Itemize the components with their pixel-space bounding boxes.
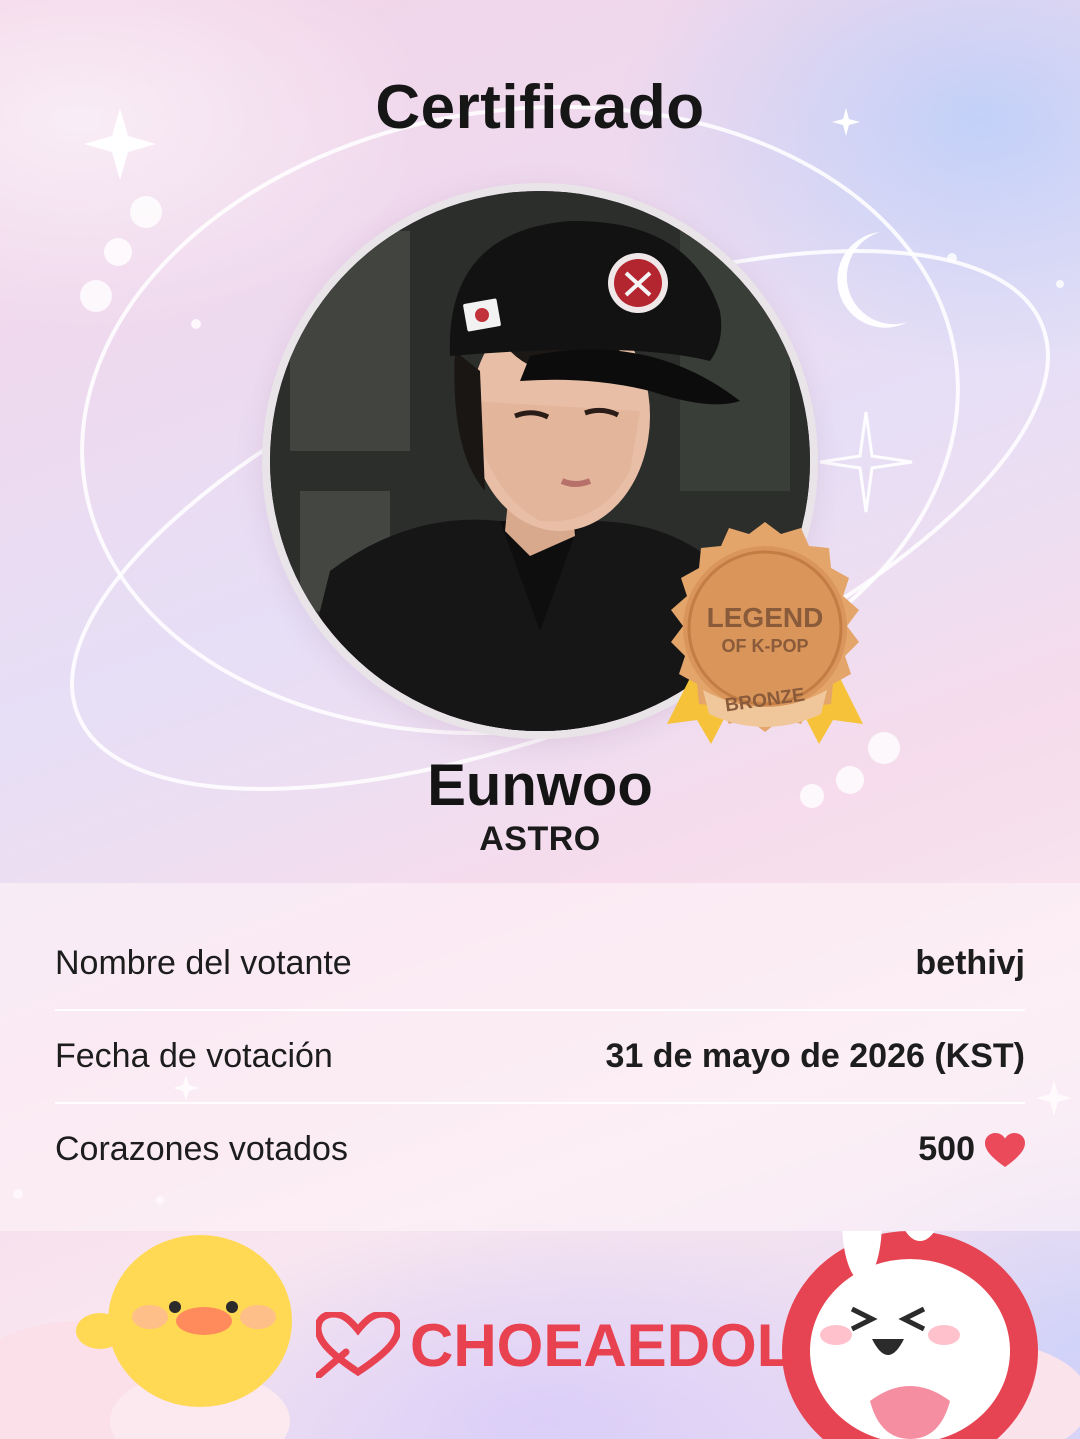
hearts-voted-label: Corazones votados (55, 1130, 348, 1168)
brand-logo: CHOEAEDOL (316, 1305, 793, 1385)
idol-name: Eunwoo (427, 753, 653, 818)
group-name: ASTRO (479, 820, 601, 858)
heart-icon (985, 1133, 1025, 1167)
hearts-voted-value-wrap: 500 (918, 1130, 1025, 1169)
certificate-title: Certificado (375, 73, 705, 142)
brand-name: CHOEAEDOL (410, 1311, 794, 1379)
voter-name-value: bethivj (915, 944, 1025, 982)
vote-date-label: Fecha de votación (55, 1037, 333, 1075)
badge-line1: LEGEND (706, 602, 824, 633)
hearts-voted-value: 500 (918, 1129, 975, 1168)
vote-date-value: 31 de mayo de 2026 (KST) (605, 1037, 1025, 1075)
voter-name-label: Nombre del votante (55, 944, 352, 982)
bunny-character (782, 1231, 1038, 1439)
voter-name-row: Nombre del votante bethivj (55, 917, 1025, 1010)
legend-bronze-badge: LEGEND OF K-POP BRONZE (655, 518, 875, 758)
brand-heart-icon (316, 1312, 400, 1378)
hearts-voted-row: Corazones votados 500 (55, 1103, 1025, 1196)
badge-line2: OF K-POP (721, 636, 809, 656)
vote-date-row: Fecha de votación 31 de mayo de 2026 (KS… (55, 1010, 1025, 1103)
